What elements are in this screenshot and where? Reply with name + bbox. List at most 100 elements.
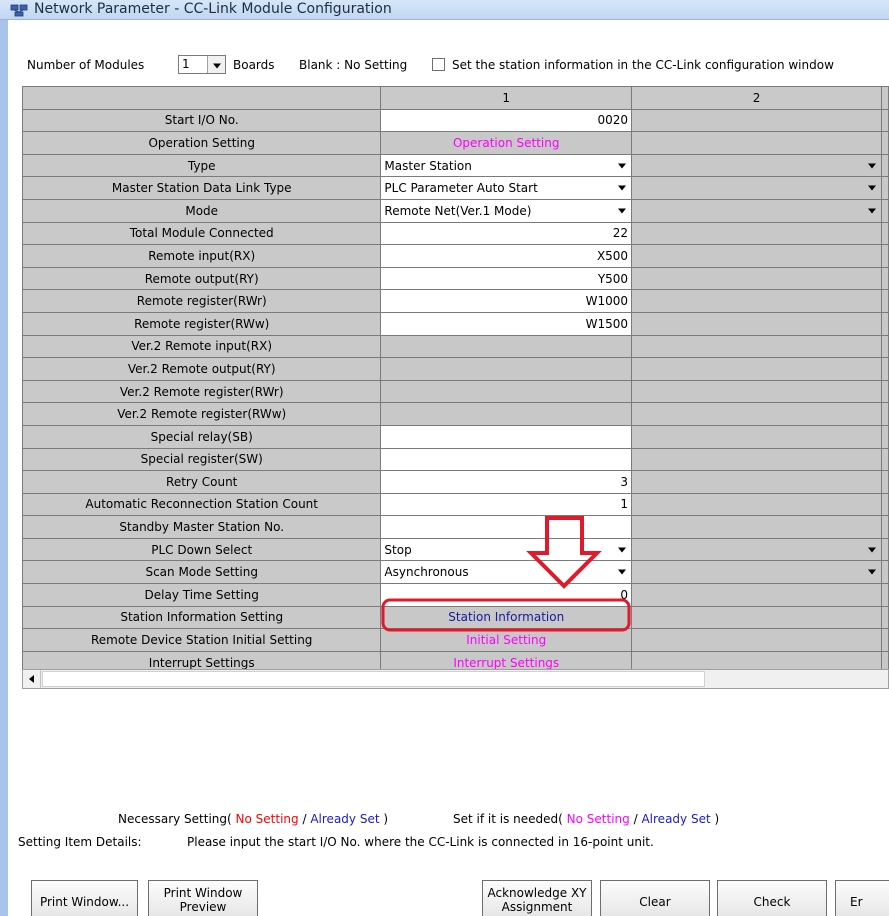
remote-output-field-2[interactable] bbox=[631, 266, 882, 291]
number-of-modules-select[interactable]: 1 bbox=[178, 55, 226, 74]
ver2-remote-register-rwr-field bbox=[380, 379, 633, 404]
row-label-data-link-type: Master Station Data Link Type bbox=[21, 176, 382, 200]
table-row: Scan Mode Setting Asynchronous bbox=[21, 560, 889, 585]
mode-value: Remote Net(Ver.1 Mode) bbox=[384, 203, 532, 218]
scan-mode-value: Asynchronous bbox=[384, 565, 469, 580]
start-io-field[interactable]: 0020 bbox=[380, 108, 633, 133]
dropdown-button[interactable] bbox=[615, 542, 629, 556]
table-row: Master Station Data Link Type PLC Parame… bbox=[21, 176, 889, 200]
dropdown-button[interactable] bbox=[615, 564, 629, 578]
print-preview-label-2: Preview bbox=[179, 900, 227, 914]
remote-input-field[interactable]: X500 bbox=[380, 244, 633, 268]
chevron-down-icon bbox=[618, 163, 627, 169]
retry-count-field-2[interactable] bbox=[631, 470, 882, 494]
dropdown-button[interactable] bbox=[865, 203, 879, 217]
operation-setting-button[interactable]: Operation Setting bbox=[380, 131, 633, 155]
auto-reconnect-count-field-2[interactable] bbox=[631, 492, 882, 517]
chevron-down-icon bbox=[867, 569, 876, 575]
table-row: Special register(SW) bbox=[21, 447, 889, 472]
ver2-remote-input-field bbox=[380, 334, 633, 359]
start-io-field-2[interactable] bbox=[631, 108, 882, 133]
scrollbar-thumb[interactable] bbox=[42, 671, 705, 687]
type-select-2[interactable] bbox=[631, 153, 882, 178]
table-row: Retry Count 3 bbox=[21, 470, 889, 494]
scan-mode-select[interactable]: Asynchronous bbox=[380, 560, 633, 585]
retry-count-field[interactable]: 3 bbox=[380, 470, 633, 494]
row-label-ver2-remote-output: Ver.2 Remote output(RY) bbox=[21, 357, 382, 381]
legend-no-setting: No Setting bbox=[235, 812, 299, 826]
print-preview-label-1: Print Window bbox=[163, 886, 243, 900]
scan-mode-select-2[interactable] bbox=[631, 560, 882, 585]
row-label-delay-time: Delay Time Setting bbox=[21, 583, 382, 607]
legend-close: ) bbox=[383, 812, 389, 826]
remote-register-rwr-field[interactable]: W1000 bbox=[380, 289, 633, 313]
dropdown-button[interactable] bbox=[207, 56, 225, 73]
dropdown-button[interactable] bbox=[615, 180, 629, 194]
table-row: Start I/O No. 0020 bbox=[21, 108, 889, 133]
row-label-auto-reconnect-count: Automatic Reconnection Station Count bbox=[21, 492, 382, 517]
print-window-preview-button[interactable]: Print Window Preview bbox=[148, 880, 258, 916]
table-row: Ver.2 Remote register(RWw) bbox=[21, 402, 889, 426]
dropdown-button[interactable] bbox=[615, 203, 629, 217]
auto-reconnect-count-field[interactable]: 1 bbox=[380, 492, 633, 517]
plc-down-select-2[interactable] bbox=[631, 537, 882, 562]
special-register-field[interactable] bbox=[380, 447, 633, 472]
table-row: Type Master Station bbox=[21, 153, 889, 178]
clear-label: Clear bbox=[639, 895, 671, 909]
remote-input-field-2[interactable] bbox=[631, 244, 882, 268]
data-link-type-select-2[interactable] bbox=[631, 176, 882, 200]
end-button[interactable]: Er bbox=[835, 880, 889, 916]
chevron-down-icon bbox=[618, 569, 627, 575]
dropdown-button[interactable] bbox=[615, 158, 629, 172]
type-select[interactable]: Master Station bbox=[380, 153, 633, 178]
total-modules-field-2[interactable] bbox=[631, 221, 882, 246]
special-relay-field-2[interactable] bbox=[631, 424, 882, 449]
initial-setting-button[interactable]: Initial Setting bbox=[380, 628, 633, 652]
legend-close-2: ) bbox=[714, 812, 720, 826]
ver2-remote-register-rww-field-2 bbox=[631, 402, 882, 426]
legend-slash: / bbox=[302, 812, 307, 826]
standby-master-field-2[interactable] bbox=[631, 515, 882, 539]
ver2-remote-register-rwr-field-2 bbox=[631, 379, 882, 404]
table-row: Automatic Reconnection Station Count 1 bbox=[21, 492, 889, 517]
initial-setting-button-2[interactable] bbox=[631, 628, 882, 652]
station-information-button[interactable]: Station Information bbox=[380, 605, 633, 630]
total-modules-field[interactable]: 22 bbox=[380, 221, 633, 246]
operation-setting-button-2[interactable] bbox=[631, 131, 882, 155]
delay-time-field[interactable]: 0 bbox=[380, 583, 633, 607]
remote-register-rww-field[interactable]: W1500 bbox=[380, 311, 633, 336]
dropdown-button[interactable] bbox=[865, 158, 879, 172]
mode-select[interactable]: Remote Net(Ver.1 Mode) bbox=[380, 198, 633, 223]
dropdown-button[interactable] bbox=[865, 542, 879, 556]
legend-if-needed: Set if it is needed( No Setting / Alread… bbox=[453, 812, 719, 826]
row-label-ver2-remote-register-rwr: Ver.2 Remote register(RWr) bbox=[21, 379, 382, 404]
grid-header-row: 1 2 bbox=[21, 86, 889, 110]
data-link-type-select[interactable]: PLC Parameter Auto Start bbox=[380, 176, 633, 200]
check-button[interactable]: Check bbox=[717, 880, 827, 916]
remote-register-rww-field-2[interactable] bbox=[631, 311, 882, 336]
special-register-field-2[interactable] bbox=[631, 447, 882, 472]
chevron-left-icon bbox=[29, 675, 34, 683]
table-row: Delay Time Setting 0 bbox=[21, 583, 889, 607]
clear-button[interactable]: Clear bbox=[600, 880, 710, 916]
station-information-button-2[interactable] bbox=[631, 605, 882, 630]
remote-output-field[interactable]: Y500 bbox=[380, 266, 633, 291]
special-relay-field[interactable] bbox=[380, 424, 633, 449]
plc-down-select[interactable]: Stop bbox=[380, 537, 633, 562]
mode-select-2[interactable] bbox=[631, 198, 882, 223]
table-row: Remote register(RWr) W1000 bbox=[21, 289, 889, 313]
row-label-mode: Mode bbox=[21, 198, 382, 223]
horizontal-scrollbar[interactable] bbox=[22, 669, 889, 689]
remote-register-rwr-field-2[interactable] bbox=[631, 289, 882, 313]
dropdown-button[interactable] bbox=[865, 564, 879, 578]
dropdown-button[interactable] bbox=[865, 180, 879, 194]
standby-master-field[interactable] bbox=[380, 515, 633, 539]
acknowledge-xy-assignment-button[interactable]: Acknowledge XY Assignment bbox=[482, 880, 592, 916]
print-window-button[interactable]: Print Window... bbox=[31, 880, 138, 916]
station-info-checkbox[interactable] bbox=[432, 58, 445, 71]
table-row: Remote output(RY) Y500 bbox=[21, 266, 889, 291]
scroll-left-button[interactable] bbox=[23, 670, 41, 688]
legend-necessary-label: Necessary Setting( bbox=[118, 812, 232, 826]
delay-time-field-2[interactable] bbox=[631, 583, 882, 607]
legend-if-needed-label: Set if it is needed( bbox=[453, 812, 563, 826]
